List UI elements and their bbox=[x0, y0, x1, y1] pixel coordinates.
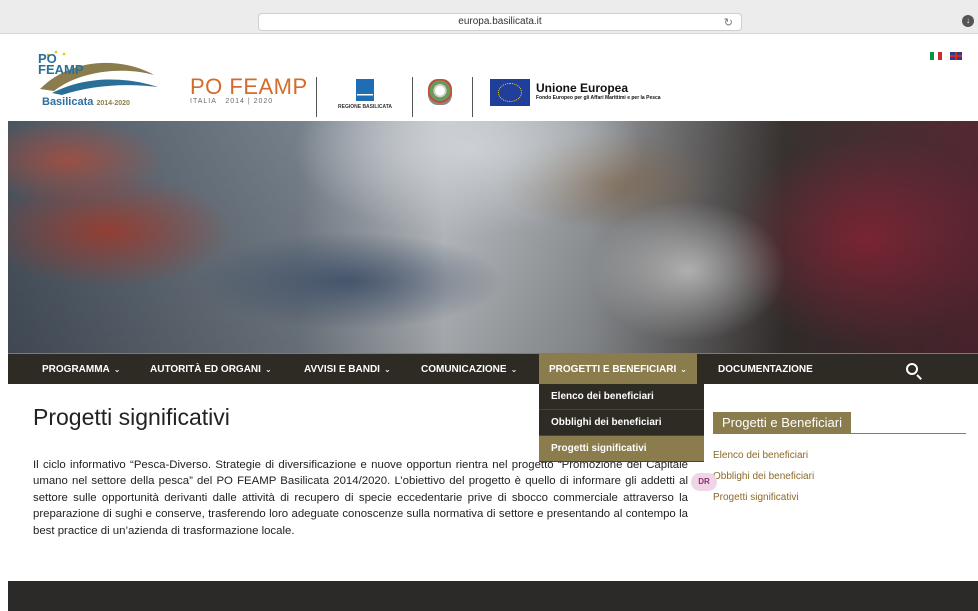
search-icon[interactable] bbox=[906, 363, 918, 375]
dr-badge[interactable]: DR bbox=[691, 473, 717, 491]
dropdown-item-obblighi-beneficiari[interactable]: Obblighi dei beneficiari bbox=[539, 410, 704, 436]
site-header: PO FEAMP Basilicata 2014-2020 PO FEAMP I… bbox=[0, 35, 978, 121]
feamp-title: PO FEAMP bbox=[190, 74, 308, 99]
logo-po-text: PO FEAMP bbox=[38, 51, 84, 77]
sidebar-link-obblighi-beneficiari[interactable]: Obblighi dei beneficiari bbox=[713, 471, 814, 482]
nav-item-documentazione[interactable]: DOCUMENTAZIONE bbox=[718, 354, 813, 385]
download-icon[interactable]: ↓ bbox=[962, 15, 974, 27]
chevron-down-icon: ⌄ bbox=[113, 365, 121, 374]
main-navigation: PROGRAMMA ⌄ AUTORITÀ ED ORGANI ⌄ AVVISI E … bbox=[8, 353, 978, 385]
hero-image bbox=[8, 121, 978, 353]
chevron-down-icon: ⌄ bbox=[383, 365, 391, 374]
url-text: europa.basilicata.it bbox=[458, 16, 542, 27]
nav-item-autorita-ed-organi[interactable]: AUTORITÀ ED ORGANI ⌄ bbox=[150, 354, 272, 385]
address-bar[interactable]: europa.basilicata.it ↻ bbox=[258, 13, 742, 31]
italian-emblem-icon[interactable] bbox=[428, 79, 452, 105]
footer bbox=[8, 581, 978, 611]
reload-icon[interactable]: ↻ bbox=[724, 15, 733, 31]
page-body-text: Il ciclo informativo “Pesca-Diverso. Str… bbox=[33, 459, 688, 537]
nav-item-progetti-e-beneficiari[interactable]: PROGETTI E BENEFICIARI ⌄ bbox=[539, 354, 697, 385]
nav-item-comunicazione[interactable]: COMUNICAZIONE ⌄ bbox=[421, 354, 517, 385]
eu-title: Unione Europea bbox=[536, 81, 629, 95]
sidebar-link-elenco-beneficiari[interactable]: Elenco dei beneficiari bbox=[713, 450, 808, 461]
regione-basilicata-logo[interactable]: REGIONE BASILICATA bbox=[330, 79, 400, 110]
feamp-subtitle: ITALIA 2014 | 2020 bbox=[190, 98, 274, 105]
sidebar-divider bbox=[713, 433, 966, 434]
regione-label: REGIONE BASILICATA bbox=[338, 104, 392, 110]
dropdown-item-elenco-beneficiari[interactable]: Elenco dei beneficiari bbox=[539, 384, 704, 410]
eu-subtitle: Fondo Europeo per gli Affari Marittimi e… bbox=[536, 95, 661, 101]
header-divider bbox=[412, 77, 413, 117]
page-title: Progetti significativi bbox=[33, 404, 230, 430]
sidebar-title: Progetti e Beneficiari bbox=[713, 412, 851, 433]
it-flag-icon[interactable] bbox=[930, 52, 942, 60]
browser-toolbar: europa.basilicata.it ↻ ↓ bbox=[0, 0, 978, 34]
chevron-down-icon: ⌄ bbox=[510, 365, 518, 374]
nav-dropdown-menu: Elenco dei beneficiari Obblighi dei bene… bbox=[539, 384, 704, 462]
header-divider bbox=[472, 77, 473, 117]
sidebar-link-progetti-significativi[interactable]: Progetti significativi bbox=[713, 492, 799, 503]
nav-item-avvisi-e-bandi[interactable]: AVVISI E BANDI ⌄ bbox=[304, 354, 391, 385]
po-feamp-basilicata-logo[interactable]: PO FEAMP Basilicata 2014-2020 bbox=[32, 47, 162, 109]
chevron-down-icon: ⌄ bbox=[680, 365, 687, 374]
eu-flag-icon[interactable] bbox=[490, 79, 530, 106]
logo-region-text: Basilicata 2014-2020 bbox=[42, 96, 130, 108]
uk-flag-icon[interactable] bbox=[950, 52, 962, 60]
po-feamp-logo[interactable]: PO FEAMP ITALIA 2014 | 2020 bbox=[190, 74, 308, 106]
header-divider bbox=[316, 77, 317, 117]
chevron-down-icon: ⌄ bbox=[264, 365, 272, 374]
eu-logo-text[interactable]: Unione Europea Fondo Europeo per gli Aff… bbox=[536, 81, 661, 101]
dropdown-item-progetti-significativi[interactable]: Progetti significativi bbox=[539, 436, 704, 462]
nav-item-programma[interactable]: PROGRAMMA ⌄ bbox=[42, 354, 120, 385]
regione-flag-icon bbox=[356, 79, 374, 101]
eu-stars-icon bbox=[498, 83, 522, 102]
